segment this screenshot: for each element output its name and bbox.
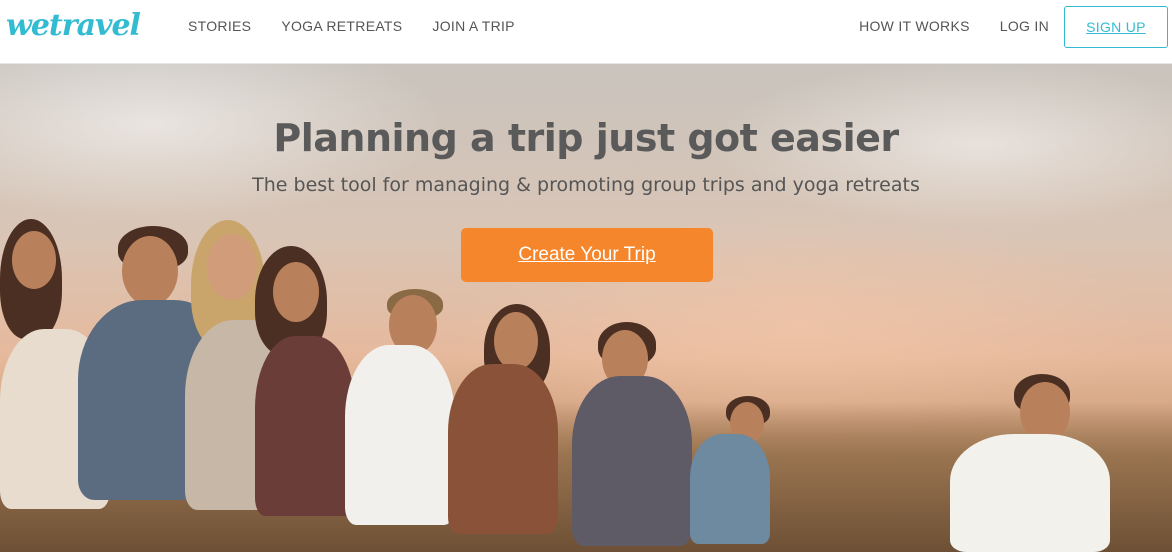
hero-subtitle: The best tool for managing & promoting g… — [252, 174, 920, 196]
top-navbar: wetravel STORIES YOGA RETREATS JOIN A TR… — [0, 0, 1172, 64]
person-figure — [690, 396, 780, 552]
sign-up-button[interactable]: SIGN UP — [1064, 6, 1168, 48]
primary-nav: STORIES YOGA RETREATS JOIN A TRIP — [188, 0, 545, 52]
person-figure — [345, 289, 455, 539]
person-figure — [950, 374, 1150, 552]
secondary-nav: HOW IT WORKS LOG IN — [859, 0, 1049, 52]
hero-title: Planning a trip just got easier — [273, 116, 899, 160]
person-figure — [572, 322, 692, 552]
nav-how-it-works-link[interactable]: HOW IT WORKS — [859, 18, 970, 34]
person-figure — [448, 304, 558, 544]
hero-section: Planning a trip just got easier The best… — [0, 64, 1172, 552]
nav-log-in-link[interactable]: LOG IN — [1000, 18, 1049, 34]
wetravel-logo[interactable]: wetravel — [6, 8, 141, 43]
nav-join-a-trip-link[interactable]: JOIN A TRIP — [432, 18, 514, 34]
nav-yoga-retreats-link[interactable]: YOGA RETREATS — [281, 18, 402, 34]
create-your-trip-button[interactable]: Create Your Trip — [461, 228, 713, 282]
nav-stories-link[interactable]: STORIES — [188, 18, 251, 34]
person-figure — [255, 246, 355, 526]
